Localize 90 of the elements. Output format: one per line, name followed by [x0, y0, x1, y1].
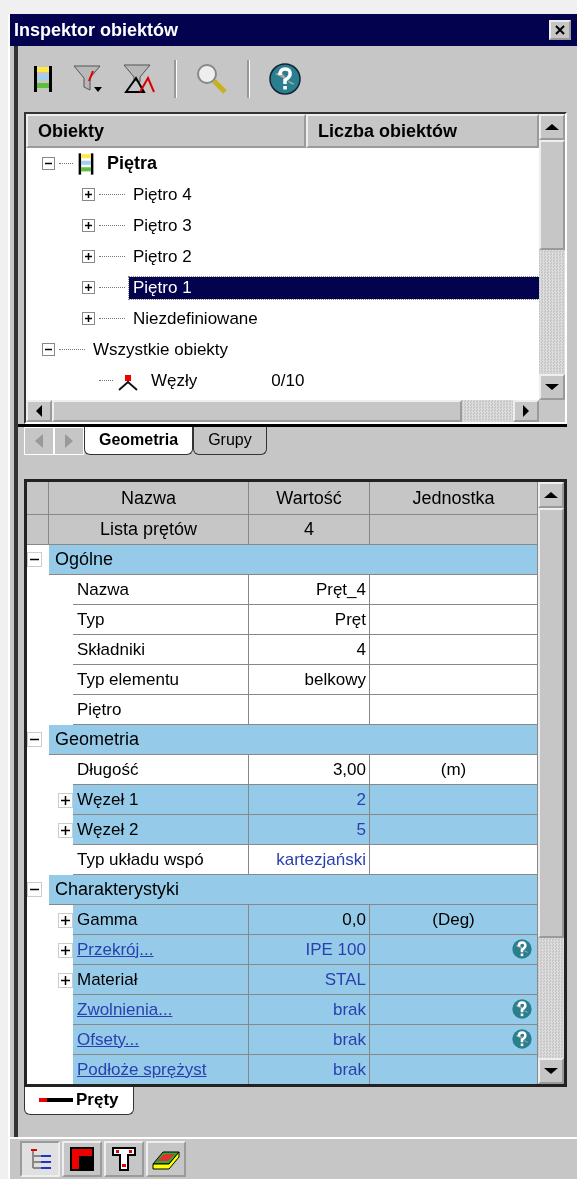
summary-label: Lista prętów	[49, 515, 249, 545]
tree-item[interactable]: Wszystkie obiekty	[89, 338, 233, 361]
property-link[interactable]: Podłoże sprężyst	[73, 1055, 249, 1084]
expander-icon[interactable]	[42, 343, 55, 356]
corner-section-icon[interactable]	[62, 1141, 102, 1177]
filter-clear-icon[interactable]	[122, 62, 156, 96]
tab[interactable]: Grupy	[193, 427, 267, 455]
value-cell: kartezjański	[249, 845, 370, 875]
value-cell: belkowy	[249, 665, 370, 695]
property-link[interactable]: Zwolnienia...	[73, 995, 249, 1025]
scroll-down-icon[interactable]	[545, 383, 559, 391]
unit-cell: (m)	[370, 755, 538, 785]
value-cell: 0,0	[249, 905, 370, 935]
scroll-thumb[interactable]	[52, 400, 462, 422]
column-header[interactable]: Nazwa	[49, 482, 249, 515]
group-header[interactable]: Ogólne	[49, 545, 538, 575]
layers-icon[interactable]	[146, 1141, 186, 1177]
scroll-left-icon[interactable]	[35, 405, 43, 417]
vertical-scrollbar[interactable]	[538, 482, 564, 1084]
scroll-thumb[interactable]	[539, 140, 565, 250]
scroll-down-icon[interactable]	[544, 1067, 558, 1075]
value-cell: 3,00	[249, 755, 370, 785]
property-name: Piętro	[73, 695, 249, 725]
tree-item[interactable]: Piętro 1	[129, 276, 539, 299]
tree-item[interactable]: Węzły	[147, 369, 202, 392]
window-title: Inspektor obiektów	[14, 19, 179, 41]
column-header[interactable]: Liczba obiektów	[306, 114, 539, 148]
column-header[interactable]: Obiekty	[26, 114, 306, 148]
expander-icon[interactable]	[82, 250, 95, 263]
expander-icon[interactable]	[82, 219, 95, 232]
value-cell: 4	[249, 635, 370, 665]
tab-scroll-right-icon[interactable]	[54, 427, 84, 455]
tree-item[interactable]: Piętro 4	[129, 183, 196, 206]
expander-icon[interactable]	[82, 188, 95, 201]
value-cell: IPE 100	[249, 935, 370, 965]
horizontal-scrollbar[interactable]	[26, 400, 539, 422]
row-header	[27, 482, 49, 515]
property-name: Składniki	[73, 635, 249, 665]
value-cell: Pręt	[249, 605, 370, 635]
floors-icon[interactable]	[32, 64, 54, 94]
row-header	[27, 515, 49, 545]
property-name: Typ elementu	[73, 665, 249, 695]
value-cell: brak	[249, 995, 370, 1025]
unit-cell: (Deg)	[370, 905, 538, 935]
scroll-right-icon[interactable]	[522, 405, 530, 417]
property-name: Nazwa	[73, 575, 249, 605]
help-icon[interactable]	[268, 62, 302, 96]
group-header[interactable]: Charakterystyki	[49, 875, 538, 905]
property-name: Długość	[73, 755, 249, 785]
property-name: Gamma	[73, 905, 249, 935]
scroll-thumb[interactable]	[538, 508, 564, 938]
column-header[interactable]: Wartość	[249, 482, 370, 515]
tree-item[interactable]: Piętro 3	[129, 214, 196, 237]
value-cell: brak	[249, 1025, 370, 1055]
object-count: 0/10	[271, 370, 305, 391]
property-name: Materiał	[73, 965, 249, 995]
close-button[interactable]	[549, 20, 571, 40]
tab[interactable]: Pręty	[24, 1087, 134, 1115]
expander-icon[interactable]	[42, 157, 55, 170]
expander-icon[interactable]	[82, 312, 95, 325]
property-name: Typ	[73, 605, 249, 635]
value-cell: 5	[249, 815, 370, 845]
expander-icon[interactable]	[27, 882, 42, 897]
expander-icon[interactable]	[27, 552, 42, 567]
summary-value: 4	[249, 515, 370, 545]
column-header[interactable]: Jednostka	[370, 482, 538, 515]
tree-item[interactable]: Piętra	[103, 152, 162, 175]
scroll-up-icon[interactable]	[544, 491, 558, 499]
property-name: Węzeł 1	[73, 785, 249, 815]
tab[interactable]: Geometria	[84, 427, 194, 455]
search-icon[interactable]	[195, 62, 229, 96]
line-icon	[39, 1097, 73, 1103]
tab-scroll-left-icon[interactable]	[24, 427, 54, 455]
close-icon[interactable]	[554, 24, 566, 36]
expander-icon[interactable]	[82, 281, 95, 294]
tree-item[interactable]: Piętro 2	[129, 245, 196, 268]
expander-icon[interactable]	[27, 732, 42, 747]
value-cell: brak	[249, 1055, 370, 1084]
t-section-icon[interactable]	[104, 1141, 144, 1177]
group-header[interactable]: Geometria	[49, 725, 538, 755]
value-cell: STAL	[249, 965, 370, 995]
tree-item[interactable]: Niezdefiniowane	[129, 307, 262, 330]
property-link[interactable]: Przekrój...	[73, 935, 249, 965]
property-link[interactable]: Ofsety...	[73, 1025, 249, 1055]
property-name: Typ układu wspó	[73, 845, 249, 875]
value-cell: 2	[249, 785, 370, 815]
value-cell: Pręt_4	[249, 575, 370, 605]
property-name: Węzeł 2	[73, 815, 249, 845]
scroll-up-icon[interactable]	[545, 123, 559, 131]
hierarchy-icon[interactable]	[20, 1141, 60, 1177]
